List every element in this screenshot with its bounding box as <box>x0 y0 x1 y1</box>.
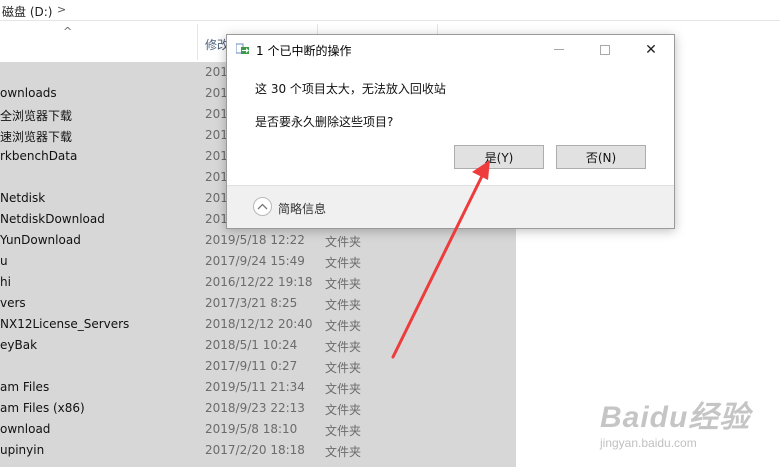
file-date: 2017/2/20 18:18 <box>205 443 305 457</box>
sort-ascending-icon: ^ <box>63 25 73 38</box>
file-row[interactable]: 2017/9/11 0:27 文件夹 <box>0 356 516 377</box>
baidu-watermark: Baidu经验 jingyan.baidu.com <box>590 392 770 462</box>
file-date: 201 <box>205 128 228 142</box>
file-name: YunDownload <box>0 233 81 247</box>
file-name: 全浏览器下载 <box>0 109 73 123</box>
file-date: 201 <box>205 170 228 184</box>
file-row[interactable]: NX12License_Servers 2018/12/12 20:40 文件夹 <box>0 314 516 335</box>
file-date: 2019/5/8 18:10 <box>205 422 298 436</box>
file-row[interactable]: eyBak 2018/5/1 10:24 文件夹 <box>0 335 516 356</box>
file-type: 文件夹 <box>325 361 362 375</box>
file-name: eyBak <box>0 338 38 352</box>
file-name: hi <box>0 275 11 289</box>
minimize-icon <box>554 49 564 50</box>
file-name: NetdiskDownload <box>0 212 105 226</box>
file-row[interactable]: ownload 2019/5/8 18:10 文件夹 <box>0 419 516 440</box>
file-type: 文件夹 <box>325 424 362 438</box>
file-name: am Files <box>0 380 50 394</box>
file-date: 2019/5/11 21:34 <box>205 380 305 394</box>
dialog-titlebar[interactable]: 1 个已中断的操作 ✕ <box>227 35 674 64</box>
file-date: 2018/9/23 22:13 <box>205 401 305 415</box>
file-date: 201 <box>205 149 228 163</box>
file-name: NX12License_Servers <box>0 317 130 331</box>
file-row[interactable] <box>0 461 516 467</box>
file-name: Netdisk <box>0 191 46 205</box>
maximize-button[interactable] <box>582 35 628 64</box>
file-name: vers <box>0 296 26 310</box>
breadcrumb-chevron-icon[interactable]: > <box>57 3 66 16</box>
file-type: 文件夹 <box>325 256 362 270</box>
file-date: 201 <box>205 212 228 226</box>
file-row[interactable]: vers 2017/3/21 8:25 文件夹 <box>0 293 516 314</box>
file-name: rkbenchData <box>0 149 78 163</box>
file-name: u <box>0 254 8 268</box>
file-date: 2016/12/22 19:18 <box>205 275 313 289</box>
no-button[interactable]: 否(N) <box>556 145 646 169</box>
chevron-up-icon[interactable] <box>253 197 272 216</box>
dialog-question: 是否要永久删除这些项目? <box>255 115 394 129</box>
file-name: ownloads <box>0 86 57 100</box>
maximize-icon <box>600 44 610 55</box>
file-name: upinyin <box>0 443 45 457</box>
file-type: 文件夹 <box>325 235 362 249</box>
dialog-title: 1 个已中断的操作 <box>256 44 352 58</box>
dialog-message: 这 30 个项目太大，无法放入回收站 <box>255 82 446 96</box>
file-row[interactable]: hi 2016/12/22 19:18 文件夹 <box>0 272 516 293</box>
file-row[interactable]: upinyin 2017/2/20 18:18 文件夹 <box>0 440 516 461</box>
file-type: 文件夹 <box>325 403 362 417</box>
file-move-icon <box>236 43 249 54</box>
column-divider[interactable] <box>197 24 198 60</box>
file-date: 2018/12/12 20:40 <box>205 317 313 331</box>
file-type: 文件夹 <box>325 445 362 459</box>
file-row[interactable]: YunDownload 2019/5/18 12:22 文件夹 <box>0 230 516 251</box>
file-date: 201 <box>205 191 228 205</box>
address-bar[interactable]: 磁盘 (D:) > <box>0 0 780 21</box>
file-type: 文件夹 <box>325 382 362 396</box>
delete-confirm-dialog: 1 个已中断的操作 ✕ 这 30 个项目太大，无法放入回收站 是否要永久删除这些… <box>226 34 675 229</box>
file-name: ownload <box>0 422 51 436</box>
file-date: 2017/3/21 8:25 <box>205 296 298 310</box>
file-row[interactable]: u 2017/9/24 15:49 文件夹 <box>0 251 516 272</box>
file-name: am Files (x86) <box>0 401 85 415</box>
file-date: 2017/9/24 15:49 <box>205 254 305 268</box>
chevron-up-glyph <box>257 203 268 210</box>
file-date: 2017/9/11 0:27 <box>205 359 298 373</box>
watermark-brand: Baidu经验 <box>600 401 751 434</box>
file-date: 2019/5/18 12:22 <box>205 233 305 247</box>
minimize-button[interactable] <box>536 35 582 64</box>
file-date: 201 <box>205 86 228 100</box>
file-row[interactable]: am Files 2019/5/11 21:34 文件夹 <box>0 377 516 398</box>
yes-button[interactable]: 是(Y) <box>454 145 544 169</box>
fewer-details-toggle[interactable]: 简略信息 <box>278 200 326 217</box>
file-date: 201 <box>205 65 228 79</box>
file-type: 文件夹 <box>325 319 362 333</box>
file-name: 速浏览器下载 <box>0 130 73 144</box>
close-icon: ✕ <box>645 41 657 58</box>
file-type: 文件夹 <box>325 277 362 291</box>
close-button[interactable]: ✕ <box>628 35 674 64</box>
watermark-url: jingyan.baidu.com <box>600 436 697 450</box>
file-type: 文件夹 <box>325 298 362 312</box>
breadcrumb-drive[interactable]: 磁盘 (D:) <box>2 3 52 20</box>
file-date: 201 <box>205 107 228 121</box>
file-type: 文件夹 <box>325 340 362 354</box>
file-date: 2018/5/1 10:24 <box>205 338 298 352</box>
file-row[interactable]: am Files (x86) 2018/9/23 22:13 文件夹 <box>0 398 516 419</box>
